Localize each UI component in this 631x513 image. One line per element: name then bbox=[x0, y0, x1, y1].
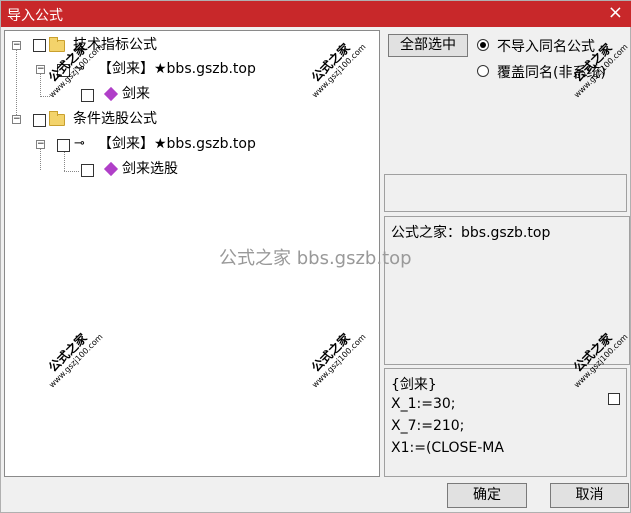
tree-guide bbox=[40, 96, 50, 97]
tree-node-label: 剑来 bbox=[122, 86, 150, 102]
code-preview: {剑来} X_1:=30; X_7:=210; X1:=(CLOSE-MA bbox=[384, 368, 627, 477]
collapse-icon[interactable]: − bbox=[12, 41, 21, 50]
radio-overwrite[interactable] bbox=[477, 65, 489, 77]
tree-node-label: 【剑来】★bbs.gszb.top bbox=[98, 61, 256, 77]
info-text: 公式之家：bbs.gszb.top bbox=[391, 225, 551, 241]
code-line: X1:=(CLOSE-MA bbox=[391, 440, 504, 456]
tree-guide bbox=[16, 49, 17, 119]
radio-no-import-label: 不导入同名公式 bbox=[497, 39, 595, 55]
tree-checkbox[interactable] bbox=[81, 89, 94, 102]
description-box bbox=[384, 174, 627, 212]
formula-icon bbox=[103, 161, 119, 177]
tree-checkbox[interactable] bbox=[33, 114, 46, 127]
tree-node-label: 剑来选股 bbox=[122, 161, 178, 177]
close-icon[interactable]: × bbox=[608, 3, 623, 23]
folder-icon bbox=[49, 37, 65, 52]
key-icon: ⊸ bbox=[74, 136, 85, 151]
collapse-icon[interactable]: − bbox=[12, 115, 21, 124]
tree-guide bbox=[64, 171, 79, 172]
window-title: 导入公式 bbox=[7, 8, 63, 24]
tree-guide bbox=[40, 148, 41, 170]
tree-checkbox[interactable] bbox=[33, 39, 46, 52]
select-all-button[interactable]: 全部选中 bbox=[388, 34, 468, 57]
tree-checkbox[interactable] bbox=[57, 139, 70, 152]
code-line: {剑来} bbox=[391, 377, 437, 393]
title-bar: 导入公式 × bbox=[1, 1, 631, 27]
radio-no-import[interactable] bbox=[477, 39, 489, 51]
import-formula-dialog: 导入公式 × − 技术指标公式 − ⊸ 【剑来】★bbs.gszb.top 剑来… bbox=[0, 0, 631, 513]
folder-icon bbox=[49, 111, 65, 126]
tree-node-label: 【剑来】★bbs.gszb.top bbox=[98, 136, 256, 152]
collapse-icon[interactable]: − bbox=[36, 140, 45, 149]
code-line: X_1:=30; bbox=[391, 396, 456, 412]
center-watermark: 公式之家 bbs.gszb.top bbox=[219, 248, 412, 269]
tree-checkbox[interactable] bbox=[81, 164, 94, 177]
ok-button[interactable]: 确定 bbox=[447, 483, 527, 508]
code-line: X_7:=210; bbox=[391, 418, 465, 434]
formula-icon bbox=[103, 86, 119, 102]
collapse-icon[interactable]: − bbox=[36, 65, 45, 74]
cancel-button[interactable]: 取消 bbox=[550, 483, 629, 508]
preview-checkbox[interactable] bbox=[608, 393, 620, 405]
tree-node-label: 条件选股公式 bbox=[73, 111, 157, 127]
